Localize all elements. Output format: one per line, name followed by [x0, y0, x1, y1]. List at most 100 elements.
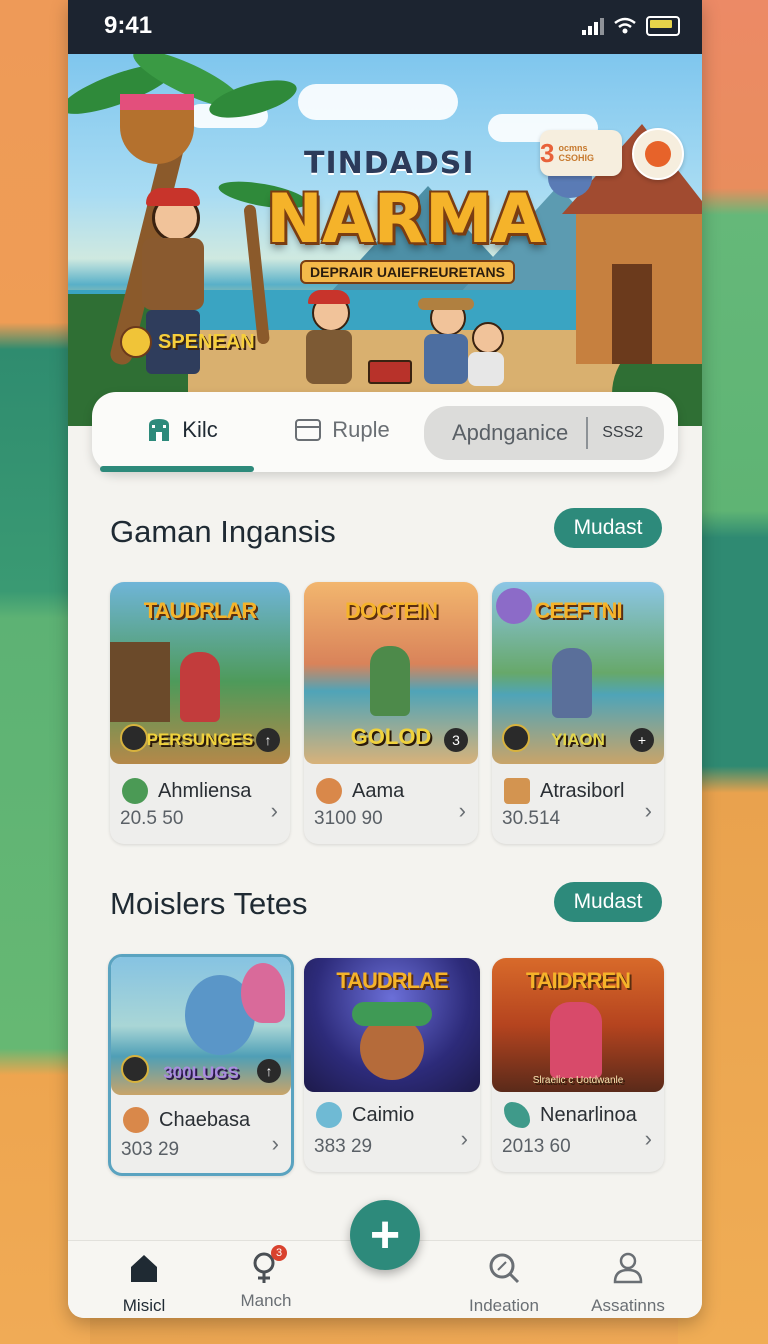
game-card[interactable]: DOCTEIN GOLOD 3 Aama 3100 90 › — [304, 582, 478, 844]
game-card-art-title: TAUDRLAE — [336, 968, 448, 993]
game-card[interactable]: CEEFTNI YIAON + Atrasiborl 30.514 › — [492, 582, 664, 844]
fruit-icon — [645, 141, 671, 167]
chevron-right-icon: › — [271, 1131, 279, 1156]
tab-ruple[interactable]: Ruple — [272, 392, 412, 468]
game-card-name: Nenarlinoa — [504, 1102, 637, 1128]
character-figure — [370, 646, 410, 716]
female-icon: 3 — [249, 1245, 287, 1285]
game-card-art: TAUDRLAE — [304, 958, 480, 1092]
game-card-number: 383 29 — [314, 1136, 373, 1157]
status-bar: 9:41 — [68, 0, 702, 54]
game-card-number: 3100 90 — [314, 808, 383, 829]
hero-title-top: TINDADSI — [304, 146, 475, 181]
nav-item-label: Indeation — [469, 1296, 539, 1315]
nav-item-label: Assatinns — [591, 1296, 665, 1315]
game-card-selected[interactable]: 300LUGS ↑ Chaebasa 303 29 › — [108, 954, 294, 1176]
nav-item-indeation[interactable]: Indeation — [444, 1251, 564, 1316]
hero-banner[interactable]: TINDADSI NARMA DEPRAIR UAIEFREURETANS SP… — [68, 54, 702, 426]
game-card-name: Ahmliensa — [122, 778, 251, 804]
game-card-number: 20.5 50 — [120, 808, 184, 829]
game-card-art: TAUDRLAR PERSUNGES ↑ — [110, 582, 290, 764]
game-card-name-label: Caimio — [352, 1103, 415, 1126]
card-corner-badge: ↑ — [257, 1059, 281, 1083]
game-card-art: DOCTEIN GOLOD 3 — [304, 582, 478, 764]
tab-apdnganice-extra: SSS2 — [602, 424, 644, 441]
hero-title: NARMA — [266, 180, 544, 259]
game-card-name-label: Atrasiborl — [540, 779, 625, 802]
nav-item-label: Misicl — [122, 1296, 166, 1315]
chevron-right-icon: › — [644, 1126, 652, 1151]
hat-decoration — [352, 1002, 432, 1026]
tab-active-indicator — [100, 466, 254, 472]
chevron-right-icon: › — [460, 1126, 468, 1151]
coin-label: ocmns CSOHIG — [558, 143, 594, 163]
section-more-button[interactable]: Mudast — [554, 882, 662, 922]
character-figure — [552, 648, 592, 718]
phone-screen: 9:41 TINDADSI NARMA DEPRAIR UAIEFREURETA… — [68, 0, 702, 1318]
game-card[interactable]: TAUDRLAE Caimio 383 29 › — [304, 958, 480, 1172]
feather-icon — [504, 1102, 530, 1128]
nav-item-assatinns[interactable]: Assatinns — [568, 1251, 688, 1316]
chevron-right-icon: › — [644, 798, 652, 823]
chevron-right-icon: › — [458, 798, 466, 823]
coin-count: 3 — [540, 137, 555, 168]
status-time: 9:41 — [104, 12, 153, 39]
character-figure — [550, 1002, 602, 1078]
add-button[interactable]: + — [350, 1200, 420, 1270]
game-card-art: CEEFTNI YIAON + — [492, 582, 664, 764]
cloud-decoration — [298, 84, 458, 120]
game-card-name-label: Ahmliensa — [158, 779, 252, 802]
game-card[interactable]: TAIDRREN Slraelic c Uotdwanle Nenarlinoa… — [492, 958, 664, 1172]
character-kid-3 — [468, 322, 504, 386]
nav-item-misicl[interactable]: Misicl — [84, 1251, 204, 1316]
hero-subtitle: DEPRAIR UAIEFREURETANS — [300, 260, 515, 284]
section-title: Moislers Tetes — [110, 886, 308, 921]
card-corner-badge: + — [630, 728, 654, 752]
wing-decoration — [241, 963, 285, 1023]
game-card-art-title: TAUDRLAR — [143, 598, 258, 623]
hero-badge-label: SPENEAN — [158, 330, 255, 353]
avatar[interactable] — [632, 128, 684, 180]
tab-bar: Kilc Ruple Apdnganice SSS2 — [92, 392, 678, 472]
game-card-art-subtitle: Slraelic c Uotdwanle — [532, 1075, 624, 1086]
character-badge-icon — [120, 326, 152, 358]
section-more-button[interactable]: Mudast — [554, 508, 662, 548]
chest-icon — [504, 778, 530, 804]
signal-icon — [582, 17, 604, 35]
face-icon — [123, 1107, 149, 1133]
basket-icon — [120, 94, 194, 164]
game-card-art-title: TAIDRREN — [525, 968, 631, 993]
game-card-art-title: DOCTEIN — [345, 598, 438, 623]
section-title: Gaman Ingansis — [110, 514, 336, 549]
card-corner-badge: 3 — [444, 728, 468, 752]
person-icon — [613, 1252, 643, 1284]
game-card-name: Chaebasa — [123, 1107, 250, 1133]
tab-kilc[interactable]: Kilc — [112, 392, 252, 468]
game-card-name: Aama — [316, 778, 404, 804]
game-card-art-title: CEEFTNI — [534, 598, 622, 623]
face-icon — [316, 778, 342, 804]
game-card-art: 300LUGS ↑ — [111, 957, 291, 1095]
home-icon — [131, 1255, 157, 1282]
game-card-number: 2013 60 — [502, 1136, 571, 1157]
game-card[interactable]: TAUDRLAR PERSUNGES ↑ Ahmliensa 20.5 50 › — [110, 582, 290, 844]
battery-icon — [646, 16, 680, 36]
card-icon — [295, 419, 322, 441]
compass-icon — [502, 724, 530, 752]
game-card-number: 303 29 — [121, 1139, 180, 1160]
chevron-right-icon: › — [270, 798, 278, 823]
tab-apdnganice[interactable]: Apdnganice SSS2 — [424, 406, 664, 460]
notification-badge: 3 — [271, 1245, 287, 1261]
game-card-name-label: Nenarlinoa — [540, 1103, 637, 1126]
nav-item-manch[interactable]: 3 Manch — [206, 1245, 326, 1311]
card-corner-badge: ↑ — [256, 728, 280, 752]
game-card-name-label: Aama — [352, 779, 405, 802]
game-card-number: 30.514 — [502, 808, 561, 829]
character-figure — [180, 652, 220, 722]
coin-counter[interactable]: 3 ocmns CSOHIG — [540, 130, 622, 176]
game-card-art: TAIDRREN Slraelic c Uotdwanle — [492, 958, 664, 1092]
wifi-icon — [614, 17, 636, 34]
character-kid-1 — [306, 290, 352, 384]
tab-kilc-label: Kilc — [182, 417, 218, 442]
hero-badge: SPENEAN — [120, 326, 255, 358]
